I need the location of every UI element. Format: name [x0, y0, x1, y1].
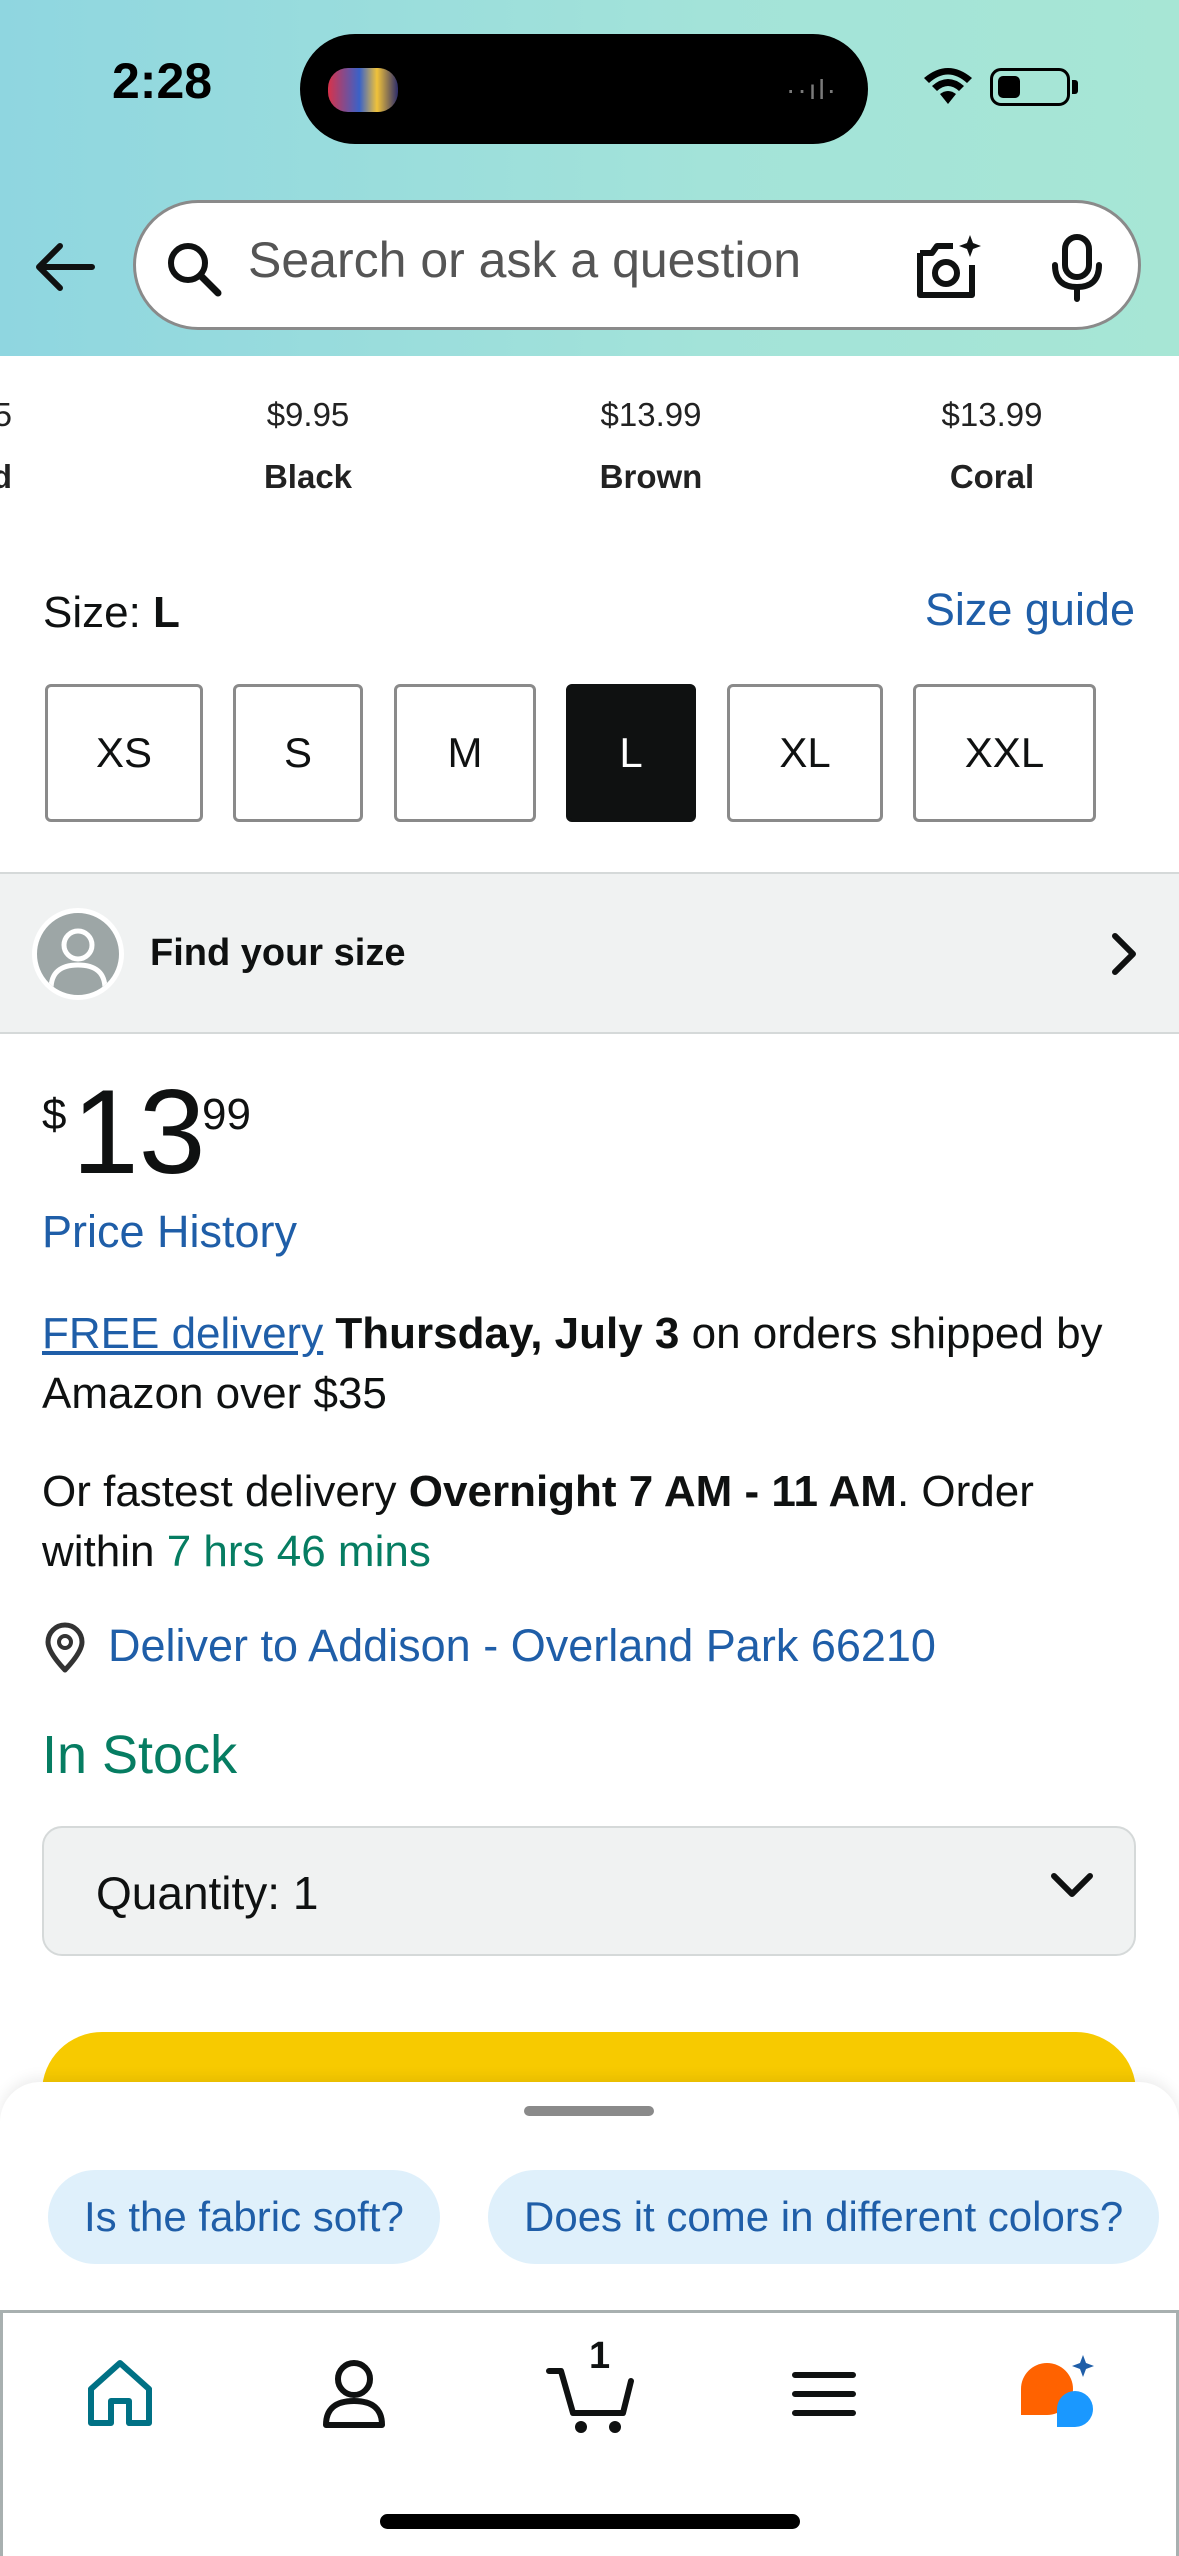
- color-option-coral[interactable]: $13.99 Coral: [892, 396, 1092, 496]
- color-option-brown[interactable]: $13.99 Brown: [551, 396, 751, 496]
- back-arrow-icon[interactable]: [30, 232, 100, 302]
- user-avatar-icon: [32, 908, 124, 1000]
- price-whole: 13: [72, 1065, 206, 1199]
- price-currency: $: [42, 1090, 67, 1139]
- quantity-value: 1: [292, 1867, 319, 1919]
- color-price: 5: [0, 396, 12, 433]
- size-button-xxl[interactable]: XXL: [913, 684, 1096, 822]
- suggestion-chip[interactable]: Does it come in different colors?: [488, 2170, 1160, 2264]
- color-name: ed: [0, 458, 12, 495]
- color-name: Black: [263, 458, 353, 495]
- deliver-to-text: Deliver to Addison - Overland Park 66210: [108, 1620, 936, 1671]
- size-guide-link[interactable]: Size guide: [925, 584, 1135, 636]
- color-price: $13.99: [941, 396, 1043, 433]
- rufus-ai-icon[interactable]: [1013, 2349, 1103, 2439]
- header: 2:28 ··ıl· Search or ask a question: [0, 0, 1179, 356]
- dynamic-island: ··ıl·: [300, 34, 868, 144]
- suggestion-chip[interactable]: Is the fabric soft?: [48, 2170, 440, 2264]
- color-price: $9.95: [266, 396, 350, 433]
- cart-count: 1: [589, 2335, 611, 2377]
- now-playing-thumbnail: [328, 68, 398, 112]
- find-your-size-label: Find your size: [150, 932, 406, 974]
- size-button-m[interactable]: M: [394, 684, 536, 822]
- countdown: 7 hrs 46 mins: [166, 1527, 431, 1576]
- battery-cap: [1072, 80, 1078, 94]
- status-time: 2:28: [112, 53, 213, 109]
- delivery-date: Thursday, July 3: [335, 1309, 680, 1358]
- deliver-to-link[interactable]: Deliver to Addison - Overland Park 66210: [42, 1620, 936, 1673]
- quantity-select[interactable]: Quantity: 1: [42, 1826, 1136, 1956]
- sheet-grabber[interactable]: [524, 2106, 654, 2116]
- search-icon: [168, 243, 222, 297]
- chevron-right-icon: [1112, 933, 1136, 975]
- color-option[interactable]: 5 ed: [0, 396, 12, 496]
- microphone-icon[interactable]: [1049, 233, 1105, 303]
- color-name: Coral: [949, 458, 1035, 495]
- location-pin-icon: [45, 1622, 85, 1673]
- search-input[interactable]: Search or ask a question: [248, 231, 801, 289]
- fastest-delivery-info: Or fastest delivery Overnight 7 AM - 11 …: [42, 1467, 1034, 1576]
- size-button-xl[interactable]: XL: [727, 684, 883, 822]
- chevron-down-icon: [1051, 1873, 1093, 1897]
- account-icon[interactable]: [309, 2349, 399, 2439]
- quantity-label: Quantity: 1: [96, 1867, 319, 1919]
- fast-window: Overnight 7 AM - 11 AM: [408, 1467, 897, 1516]
- size-label: Size: L: [43, 588, 180, 637]
- selected-size: L: [153, 588, 180, 637]
- color-option-black[interactable]: $9.95 Black: [208, 396, 408, 496]
- size-button-xs[interactable]: XS: [45, 684, 203, 822]
- free-delivery-link[interactable]: FREE delivery: [42, 1309, 323, 1358]
- delivery-info: FREE delivery Thursday, July 3 on orders…: [42, 1304, 1142, 1424]
- battery-icon: [990, 68, 1070, 106]
- home-indicator: [380, 2514, 800, 2529]
- cart-button[interactable]: 1: [545, 2335, 635, 2439]
- stock-status: In Stock: [42, 1725, 238, 1785]
- camera-lens-icon[interactable]: [914, 233, 984, 303]
- price-fraction: 99: [202, 1090, 251, 1139]
- audio-wave-icon: ··ıl·: [786, 74, 838, 105]
- menu-icon[interactable]: [779, 2349, 869, 2439]
- color-name: Brown: [599, 458, 703, 495]
- size-button-l[interactable]: L: [566, 684, 696, 822]
- ai-suggestions-sheet: Is the fabric soft? Does it come in diff…: [0, 2082, 1179, 2312]
- size-button-s[interactable]: S: [233, 684, 363, 822]
- find-your-size-row[interactable]: Find your size: [0, 872, 1179, 1034]
- price-history-link[interactable]: Price History: [42, 1206, 297, 1258]
- home-icon[interactable]: [75, 2349, 165, 2439]
- color-price: $13.99: [600, 396, 702, 433]
- search-bar[interactable]: Search or ask a question: [133, 200, 1141, 330]
- wifi-icon: [924, 68, 972, 104]
